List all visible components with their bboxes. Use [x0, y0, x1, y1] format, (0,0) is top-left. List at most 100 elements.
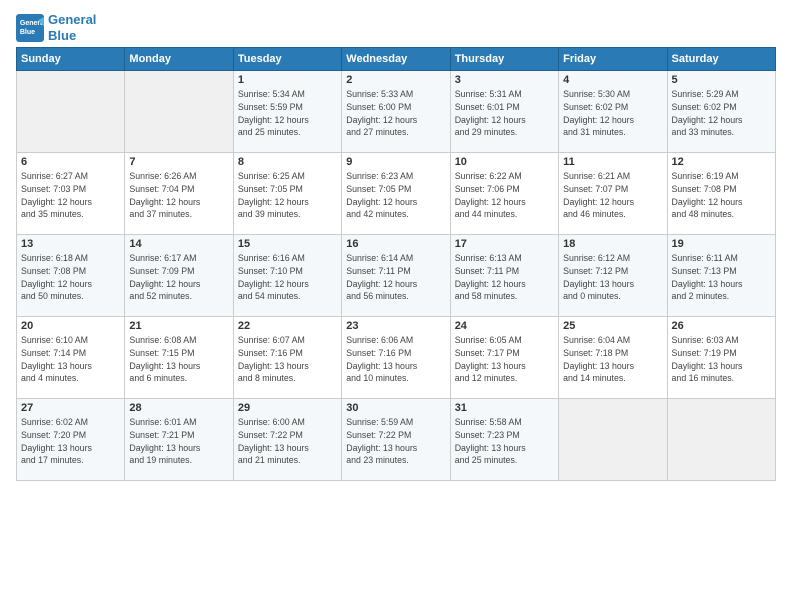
calendar-cell [667, 399, 775, 481]
calendar-cell: 5 Sunrise: 5:29 AMSunset: 6:02 PMDaylight… [667, 71, 775, 153]
calendar-cell: 1 Sunrise: 5:34 AMSunset: 5:59 PMDaylight… [233, 71, 341, 153]
day-number: 30 [346, 402, 445, 414]
day-info: Sunrise: 6:13 AMSunset: 7:11 PMDaylight:… [455, 252, 554, 303]
calendar-cell: 16 Sunrise: 6:14 AMSunset: 7:11 PMDayligh… [342, 235, 450, 317]
day-info: Sunrise: 6:19 AMSunset: 7:08 PMDaylight:… [672, 170, 771, 221]
weekday-header: Tuesday [233, 48, 341, 71]
day-info: Sunrise: 6:16 AMSunset: 7:10 PMDaylight:… [238, 252, 337, 303]
day-info: Sunrise: 6:05 AMSunset: 7:17 PMDaylight:… [455, 334, 554, 385]
calendar-cell: 11 Sunrise: 6:21 AMSunset: 7:07 PMDayligh… [559, 153, 667, 235]
weekday-header: Wednesday [342, 48, 450, 71]
weekday-header-row: SundayMondayTuesdayWednesdayThursdayFrid… [17, 48, 776, 71]
day-info: Sunrise: 5:33 AMSunset: 6:00 PMDaylight:… [346, 88, 445, 139]
day-info: Sunrise: 6:03 AMSunset: 7:19 PMDaylight:… [672, 334, 771, 385]
day-info: Sunrise: 6:14 AMSunset: 7:11 PMDaylight:… [346, 252, 445, 303]
weekday-header: Saturday [667, 48, 775, 71]
day-info: Sunrise: 6:01 AMSunset: 7:21 PMDaylight:… [129, 416, 228, 467]
day-number: 11 [563, 156, 662, 168]
calendar-cell: 9 Sunrise: 6:23 AMSunset: 7:05 PMDaylight… [342, 153, 450, 235]
header: General Blue General Blue [16, 12, 776, 43]
logo-text: General Blue [48, 12, 96, 43]
day-info: Sunrise: 6:04 AMSunset: 7:18 PMDaylight:… [563, 334, 662, 385]
day-info: Sunrise: 6:23 AMSunset: 7:05 PMDaylight:… [346, 170, 445, 221]
day-number: 3 [455, 74, 554, 86]
calendar-cell: 27 Sunrise: 6:02 AMSunset: 7:20 PMDayligh… [17, 399, 125, 481]
day-info: Sunrise: 6:26 AMSunset: 7:04 PMDaylight:… [129, 170, 228, 221]
day-info: Sunrise: 6:21 AMSunset: 7:07 PMDaylight:… [563, 170, 662, 221]
day-number: 23 [346, 320, 445, 332]
calendar-cell: 19 Sunrise: 6:11 AMSunset: 7:13 PMDayligh… [667, 235, 775, 317]
calendar-cell: 31 Sunrise: 5:58 AMSunset: 7:23 PMDayligh… [450, 399, 558, 481]
logo-icon: General Blue [16, 14, 44, 42]
day-number: 4 [563, 74, 662, 86]
calendar-cell [17, 71, 125, 153]
svg-text:Blue: Blue [20, 29, 35, 36]
day-number: 19 [672, 238, 771, 250]
day-number: 1 [238, 74, 337, 86]
calendar-cell: 7Sunrise: 6:26 AMSunset: 7:04 PMDaylight… [125, 153, 233, 235]
day-number: 2 [346, 74, 445, 86]
calendar-cell: 20Sunrise: 6:10 AMSunset: 7:14 PMDayligh… [17, 317, 125, 399]
day-number: 29 [238, 402, 337, 414]
day-info: Sunrise: 5:29 AMSunset: 6:02 PMDaylight:… [672, 88, 771, 139]
calendar-cell [125, 71, 233, 153]
calendar-cell: 25 Sunrise: 6:04 AMSunset: 7:18 PMDayligh… [559, 317, 667, 399]
day-info: Sunrise: 6:18 AMSunset: 7:08 PMDaylight:… [21, 252, 120, 303]
day-info: Sunrise: 6:17 AMSunset: 7:09 PMDaylight:… [129, 252, 228, 303]
day-info: Sunrise: 5:31 AMSunset: 6:01 PMDaylight:… [455, 88, 554, 139]
day-number: 15 [238, 238, 337, 250]
day-info: Sunrise: 6:22 AMSunset: 7:06 PMDaylight:… [455, 170, 554, 221]
day-number: 8 [238, 156, 337, 168]
calendar-cell: 30 Sunrise: 5:59 AMSunset: 7:22 PMDayligh… [342, 399, 450, 481]
weekday-header: Sunday [17, 48, 125, 71]
calendar-week-row: 27 Sunrise: 6:02 AMSunset: 7:20 PMDayligh… [17, 399, 776, 481]
day-info: Sunrise: 6:08 AMSunset: 7:15 PMDaylight:… [129, 334, 228, 385]
day-number: 25 [563, 320, 662, 332]
calendar-cell: 24 Sunrise: 6:05 AMSunset: 7:17 PMDayligh… [450, 317, 558, 399]
calendar-cell: 14 Sunrise: 6:17 AMSunset: 7:09 PMDayligh… [125, 235, 233, 317]
weekday-header: Friday [559, 48, 667, 71]
day-number: 27 [21, 402, 120, 414]
calendar-cell: 2 Sunrise: 5:33 AMSunset: 6:00 PMDaylight… [342, 71, 450, 153]
calendar-cell: 23Sunrise: 6:06 AMSunset: 7:16 PMDayligh… [342, 317, 450, 399]
day-number: 17 [455, 238, 554, 250]
day-number: 28 [129, 402, 228, 414]
day-info: Sunrise: 6:27 AMSunset: 7:03 PMDaylight:… [21, 170, 120, 221]
day-info: Sunrise: 5:58 AMSunset: 7:23 PMDaylight:… [455, 416, 554, 467]
calendar-cell: 28 Sunrise: 6:01 AMSunset: 7:21 PMDayligh… [125, 399, 233, 481]
day-info: Sunrise: 5:59 AMSunset: 7:22 PMDaylight:… [346, 416, 445, 467]
calendar-week-row: 6 Sunrise: 6:27 AMSunset: 7:03 PMDaylight… [17, 153, 776, 235]
day-number: 16 [346, 238, 445, 250]
day-number: 12 [672, 156, 771, 168]
day-number: 21 [129, 320, 228, 332]
calendar-cell: 6 Sunrise: 6:27 AMSunset: 7:03 PMDaylight… [17, 153, 125, 235]
day-number: 10 [455, 156, 554, 168]
day-number: 20 [21, 320, 120, 332]
calendar-cell: 12 Sunrise: 6:19 AMSunset: 7:08 PMDayligh… [667, 153, 775, 235]
day-number: 13 [21, 238, 120, 250]
day-info: Sunrise: 5:34 AMSunset: 5:59 PMDaylight:… [238, 88, 337, 139]
day-number: 31 [455, 402, 554, 414]
calendar-cell: 10 Sunrise: 6:22 AMSunset: 7:06 PMDayligh… [450, 153, 558, 235]
day-info: Sunrise: 6:11 AMSunset: 7:13 PMDaylight:… [672, 252, 771, 303]
day-number: 24 [455, 320, 554, 332]
calendar-cell: 22Sunrise: 6:07 AMSunset: 7:16 PMDayligh… [233, 317, 341, 399]
day-number: 6 [21, 156, 120, 168]
calendar-week-row: 20Sunrise: 6:10 AMSunset: 7:14 PMDayligh… [17, 317, 776, 399]
logo: General Blue General Blue [16, 12, 96, 43]
day-number: 5 [672, 74, 771, 86]
day-info: Sunrise: 6:02 AMSunset: 7:20 PMDaylight:… [21, 416, 120, 467]
day-number: 9 [346, 156, 445, 168]
calendar-cell: 29Sunrise: 6:00 AMSunset: 7:22 PMDayligh… [233, 399, 341, 481]
day-number: 26 [672, 320, 771, 332]
calendar-week-row: 1 Sunrise: 5:34 AMSunset: 5:59 PMDaylight… [17, 71, 776, 153]
day-info: Sunrise: 5:30 AMSunset: 6:02 PMDaylight:… [563, 88, 662, 139]
calendar-cell: 3 Sunrise: 5:31 AMSunset: 6:01 PMDaylight… [450, 71, 558, 153]
day-number: 14 [129, 238, 228, 250]
day-info: Sunrise: 6:25 AMSunset: 7:05 PMDaylight:… [238, 170, 337, 221]
day-number: 22 [238, 320, 337, 332]
calendar-week-row: 13 Sunrise: 6:18 AMSunset: 7:08 PMDayligh… [17, 235, 776, 317]
weekday-header: Thursday [450, 48, 558, 71]
calendar-cell: 21 Sunrise: 6:08 AMSunset: 7:15 PMDayligh… [125, 317, 233, 399]
calendar-cell: 13 Sunrise: 6:18 AMSunset: 7:08 PMDayligh… [17, 235, 125, 317]
